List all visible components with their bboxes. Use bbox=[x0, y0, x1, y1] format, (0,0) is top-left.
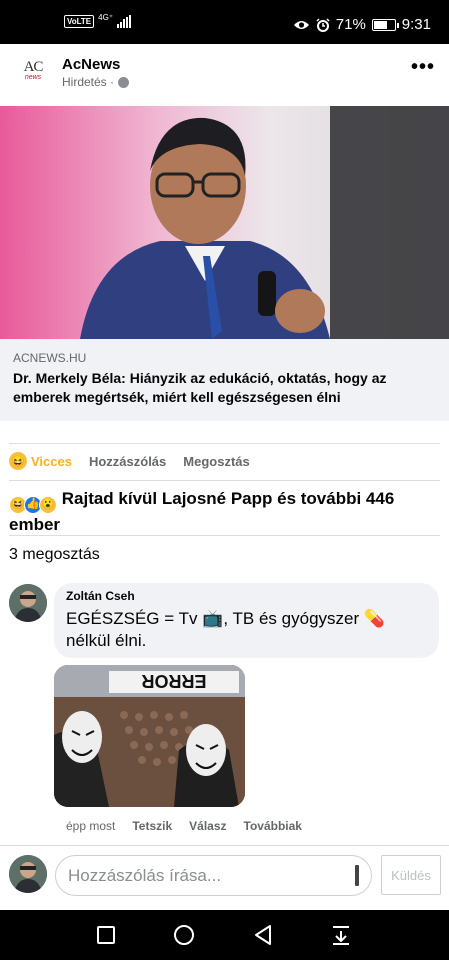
wow-icon: 😮 bbox=[39, 495, 57, 514]
network-indicators: VoLTE 4G⁺ bbox=[64, 12, 132, 28]
comment-button[interactable]: Hozzászólás bbox=[89, 454, 166, 469]
post-header: AC news AcNews Hirdetés · ••• bbox=[0, 44, 449, 106]
battery-percent: 71% bbox=[335, 16, 366, 33]
photo-sign: ERROR bbox=[141, 671, 206, 691]
text-cursor bbox=[355, 865, 359, 886]
commenter-avatar[interactable] bbox=[9, 584, 47, 622]
comment-text-1: EGÉSZSÉG = Tv bbox=[66, 609, 198, 628]
comment-reply-button[interactable]: Válasz bbox=[189, 819, 226, 833]
comment-more-button[interactable]: Továbbiak bbox=[244, 819, 302, 833]
post-actions: 😆 Vicces Hozzászólás Megosztás bbox=[9, 452, 267, 470]
comment-author[interactable]: Zoltán Cseh bbox=[66, 589, 135, 603]
send-button[interactable]: Küldés bbox=[381, 855, 441, 895]
pull-down-icon bbox=[333, 926, 349, 945]
volte-badge: VoLTE bbox=[64, 15, 95, 28]
signal-icon bbox=[117, 15, 132, 28]
divider bbox=[9, 480, 440, 481]
more-options-icon[interactable]: ••• bbox=[411, 57, 435, 77]
user-avatar[interactable] bbox=[9, 855, 47, 893]
clock: 9:31 bbox=[401, 16, 431, 33]
comment-time: épp most bbox=[66, 819, 116, 833]
comment-text: EGÉSZSÉG = Tv 📺, TB és gyógyszer 💊 nélkü… bbox=[66, 608, 416, 652]
divider bbox=[0, 845, 449, 846]
square-icon bbox=[97, 926, 115, 944]
speaker-photo bbox=[0, 106, 449, 339]
page-avatar[interactable]: AC news bbox=[16, 54, 50, 88]
triangle-back-icon bbox=[255, 925, 271, 945]
back-button[interactable] bbox=[238, 910, 288, 960]
status-bar: VoLTE 4G⁺ 71% 9:31 bbox=[0, 0, 449, 44]
comment-like-button[interactable]: Tetszik bbox=[132, 819, 172, 833]
sponsored-label: Hirdetés · bbox=[62, 75, 115, 89]
page-name[interactable]: AcNews bbox=[62, 56, 120, 73]
comment-bubble[interactable]: Zoltán Cseh EGÉSZSÉG = Tv 📺, TB és gyógy… bbox=[54, 583, 439, 658]
haha-icon: 😆 bbox=[9, 452, 27, 470]
link-headline: Dr. Merkely Béla: Hiányzik az edukáció, … bbox=[13, 370, 387, 405]
shares-count[interactable]: 3 megosztás bbox=[9, 546, 100, 564]
eye-icon bbox=[293, 20, 309, 29]
alarm-icon bbox=[316, 17, 330, 32]
pill-icon: 💊 bbox=[363, 609, 386, 628]
system-indicators: 71% 9:31 bbox=[293, 16, 431, 33]
comment-text-3: nélkül élni. bbox=[66, 631, 147, 650]
network-type: 4G⁺ bbox=[98, 12, 114, 22]
home-button[interactable] bbox=[159, 910, 209, 960]
sponsored-line: Hirdetés · bbox=[62, 75, 130, 89]
link-info[interactable]: ACNEWS.HU Dr. Merkely Béla: Hiányzik az … bbox=[0, 339, 449, 421]
divider bbox=[9, 535, 440, 536]
link-preview-image[interactable] bbox=[0, 106, 449, 339]
comment-input[interactable]: Hozzászólás írása... bbox=[55, 855, 372, 896]
comment-photo[interactable]: ERROR bbox=[54, 665, 245, 807]
recents-button[interactable] bbox=[81, 910, 131, 960]
share-button[interactable]: Megosztás bbox=[183, 454, 249, 469]
reactions-text: Rajtad kívül Lajosné Papp és további 446… bbox=[9, 489, 395, 534]
react-label: Vicces bbox=[31, 453, 72, 469]
circle-icon bbox=[174, 925, 194, 945]
link-domain: ACNEWS.HU bbox=[13, 351, 87, 365]
divider bbox=[9, 443, 440, 444]
tv-icon: 📺 bbox=[202, 609, 224, 628]
logo-sub: news bbox=[24, 74, 42, 81]
reactions-summary[interactable]: 😆 👍 😮 Rajtad kívül Lajosné Papp és továb… bbox=[9, 488, 439, 535]
comment-meta: épp most Tetszik Válasz Továbbiak bbox=[66, 819, 302, 833]
system-nav-bar bbox=[0, 910, 449, 960]
globe-icon bbox=[118, 76, 130, 88]
logo-mark: AC bbox=[23, 59, 44, 75]
comment-input-placeholder: Hozzászólás írása... bbox=[68, 866, 222, 885]
notification-pull-button[interactable] bbox=[316, 910, 366, 960]
react-button[interactable]: 😆 Vicces bbox=[9, 452, 72, 470]
comment-text-2: , TB és gyógyszer bbox=[223, 609, 360, 628]
reaction-icons: 😆 👍 😮 bbox=[9, 495, 57, 514]
battery-icon bbox=[371, 18, 399, 31]
